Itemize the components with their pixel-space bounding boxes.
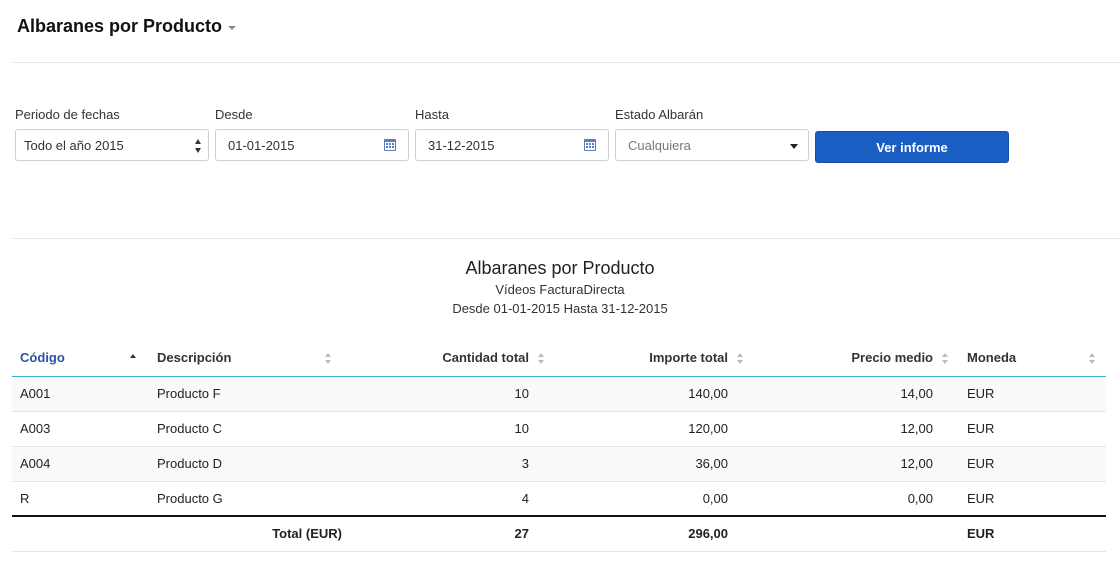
view-report-button[interactable]: Ver informe [815,131,1009,163]
report-title: Albaranes por Producto [465,258,655,278]
cell-avg-price: 14,00 [754,376,959,412]
from-date-input[interactable]: 01-01-2015 [215,129,409,161]
cell-avg-price: 0,00 [754,481,959,517]
report-divider [12,238,1120,239]
page-title: Albaranes por Producto [17,15,223,36]
cell-amount: 140,00 [555,376,754,412]
cell-quantity: 10 [342,376,555,412]
cell-description: Producto D [149,446,342,482]
col-header-codigo[interactable]: Código [12,340,149,377]
col-header-label: Precio medio [851,350,933,366]
cell-description: Producto C [149,411,342,447]
cell-avg-price: 12,00 [754,446,959,482]
from-filter: Desde 01-01-2015 [215,107,409,161]
from-date-value: 01-01-2015 [228,137,295,153]
col-header-cantidad[interactable]: Cantidad total [342,340,555,377]
sort-asc-icon [130,354,137,359]
total-spacer [12,515,149,552]
period-label: Periodo de fechas [15,107,120,122]
total-quantity: 27 [342,515,555,552]
report-range: Desde 01-01-2015 Hasta 31-12-2015 [452,301,668,316]
calendar-icon[interactable] [384,139,396,151]
cell-code: A001 [12,376,149,412]
status-value: Cualquiera [628,137,691,153]
col-header-descripcion[interactable]: Descripción [149,340,342,377]
total-row: Total (EUR) 27 296,00 EUR [12,515,1106,552]
to-date-input[interactable]: 31-12-2015 [415,129,609,161]
table-header-row: Código Descripción Cantidad total Import… [12,340,1106,377]
total-spacer [754,515,959,552]
col-header-label: Descripción [157,350,232,366]
sort-icon [737,353,744,364]
caret-down-icon[interactable] [228,25,237,30]
cell-amount: 36,00 [555,446,754,482]
sort-icon [538,353,545,364]
table-row: A003 Producto C 10 120,00 12,00 EUR [12,411,1106,447]
report-company: Vídeos FacturaDirecta [495,282,625,297]
cell-currency: EUR [959,376,1106,412]
cell-description: Producto G [149,481,342,517]
cell-quantity: 3 [342,446,555,482]
status-select[interactable]: Cualquiera [615,129,809,161]
cell-currency: EUR [959,411,1106,447]
select-arrows-icon [195,139,202,153]
status-filter: Estado Albarán Cualquiera [615,107,809,161]
total-currency: EUR [959,515,1106,552]
to-filter: Hasta 31-12-2015 [415,107,609,161]
to-date-value: 31-12-2015 [428,137,495,153]
col-header-label: Código [20,350,65,366]
calendar-icon[interactable] [584,139,596,151]
cell-quantity: 4 [342,481,555,517]
cell-currency: EUR [959,481,1106,517]
cell-description: Producto F [149,376,342,412]
period-select[interactable]: Todo el año 2015 [15,129,209,161]
sort-icon [325,353,332,364]
header-divider [12,62,1120,63]
from-label: Desde [215,107,253,122]
period-filter: Periodo de fechas Todo el año 2015 [15,107,209,161]
total-label: Total (EUR) [149,515,342,552]
table-row: A004 Producto D 3 36,00 12,00 EUR [12,446,1106,482]
cell-amount: 120,00 [555,411,754,447]
table-row: R Producto G 4 0,00 0,00 EUR [12,481,1106,517]
sort-icon [942,353,949,364]
cell-code: A003 [12,411,149,447]
cell-amount: 0,00 [555,481,754,517]
chevron-down-icon [790,144,798,149]
cell-currency: EUR [959,446,1106,482]
period-value: Todo el año 2015 [24,137,124,153]
cell-code: R [12,481,149,517]
col-header-label: Moneda [967,350,1017,366]
sort-icon [1089,353,1096,364]
to-label: Hasta [415,107,449,122]
col-header-label: Importe total [649,350,728,366]
status-label: Estado Albarán [615,107,704,122]
cell-avg-price: 12,00 [754,411,959,447]
page-header[interactable]: Albaranes por Producto [17,14,237,38]
col-header-moneda[interactable]: Moneda [959,340,1106,377]
total-amount: 296,00 [555,515,754,552]
col-header-label: Cantidad total [442,350,529,366]
col-header-precio[interactable]: Precio medio [754,340,959,377]
cell-code: A004 [12,446,149,482]
cell-quantity: 10 [342,411,555,447]
col-header-importe[interactable]: Importe total [555,340,754,377]
table-row: A001 Producto F 10 140,00 14,00 EUR [12,376,1106,412]
report-table: Código Descripción Cantidad total Import… [12,340,1106,552]
